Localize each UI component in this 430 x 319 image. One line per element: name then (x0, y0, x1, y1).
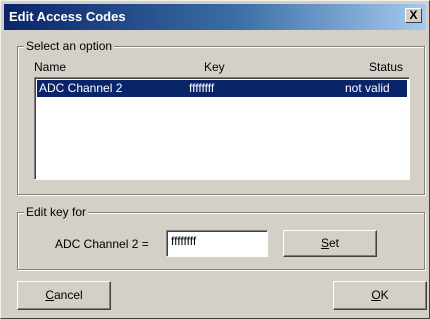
row-key: ffffffff (189, 81, 215, 95)
edit-key-group: Edit key for ADC Channel 2 = ffffffff Se… (17, 205, 425, 270)
options-listbox[interactable]: ADC Channel 2 ffffffff not valid (34, 77, 410, 180)
edit-key-group-label: Edit key for (24, 205, 89, 219)
cancel-button[interactable]: Cancel (17, 281, 111, 310)
title-bar[interactable]: Edit Access Codes X (4, 4, 426, 30)
select-option-group-label: Select an option (24, 39, 115, 53)
column-header-name: Name (34, 60, 67, 74)
row-name: ADC Channel 2 (39, 81, 123, 95)
dialog-title: Edit Access Codes (9, 9, 126, 24)
row-status: not valid (345, 81, 390, 95)
column-header-key: Key (204, 60, 225, 74)
close-icon: X (409, 8, 418, 22)
ok-button[interactable]: OK (333, 281, 427, 310)
list-header: Name Key Status (18, 60, 424, 76)
select-option-group: Select an option Name Key Status ADC Cha… (17, 39, 425, 195)
set-button[interactable]: Set (283, 230, 377, 257)
key-field-label: ADC Channel 2 = (55, 237, 149, 251)
column-header-status: Status (369, 60, 404, 74)
close-button[interactable]: X (405, 8, 422, 23)
key-input[interactable]: ffffffff (166, 230, 268, 257)
list-item[interactable]: ADC Channel 2 ffffffff not valid (37, 80, 407, 97)
edit-access-codes-dialog: Edit Access Codes X Select an option Nam… (0, 0, 430, 319)
